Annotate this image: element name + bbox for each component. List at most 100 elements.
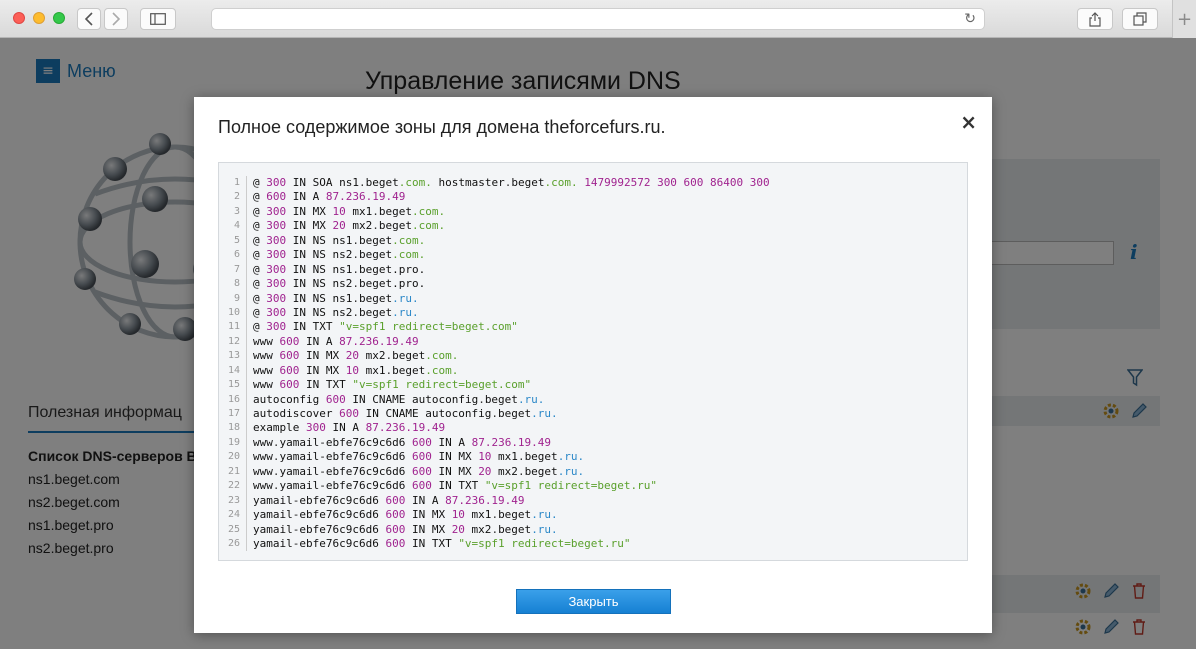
code-line: 15 www 600 IN TXT "v=spf1 redirect=beget.… [219, 378, 967, 393]
code-line: 21 www.yamail-ebfe76c9c6d6 600 IN MX 20 m… [219, 464, 967, 480]
code-line: 23 yamail-ebfe76c9c6d6 600 IN A 87.236.19… [219, 493, 967, 509]
chevron-left-icon [84, 12, 93, 26]
code-line: 13 www 600 IN MX 20 mx2.beget.com. [219, 349, 967, 364]
code-text: yamail-ebfe76c9c6d6 600 IN A 87.236.19.4… [253, 493, 525, 507]
line-number: 18 [227, 422, 240, 434]
code-line: 2 @ 600 IN A 87.236.19.49 [219, 190, 967, 205]
code-line: 6 @ 300 IN NS ns2.beget.com. [219, 248, 967, 263]
code-line: 1 @ 300 IN SOA ns1.beget.com. hostmaster.… [219, 176, 967, 191]
code-text: www.yamail-ebfe76c9c6d6 600 IN TXT "v=sp… [253, 479, 657, 493]
code-line: 12 www 600 IN A 87.236.19.49 [219, 334, 967, 350]
code-text: www 600 IN MX 20 mx2.beget.com. [253, 349, 459, 363]
code-text: @ 300 IN NS ns1.beget.com. [253, 233, 426, 247]
code-text: @ 300 IN NS ns1.beget.ru. [253, 291, 419, 305]
code-text: www.yamail-ebfe76c9c6d6 600 IN A 87.236.… [253, 435, 552, 449]
new-tab-button[interactable]: + [1172, 0, 1196, 38]
code-line: 9 @ 300 IN NS ns1.beget.ru. [219, 291, 967, 306]
line-number: 6 [233, 249, 240, 261]
code-line: 8 @ 300 IN NS ns2.beget.pro. [219, 277, 967, 292]
code-line: 20 www.yamail-ebfe76c9c6d6 600 IN MX 10 m… [219, 450, 967, 465]
code-text: @ 300 IN MX 10 mx1.beget.com. [253, 204, 446, 218]
line-number: 7 [233, 263, 240, 275]
share-button[interactable] [1077, 8, 1113, 30]
line-number: 5 [233, 234, 240, 246]
code-text: @ 300 IN MX 20 mx2.beget.com. [253, 219, 446, 233]
code-line: 14 www 600 IN MX 10 mx1.beget.com. [219, 363, 967, 379]
line-number: 16 [227, 393, 240, 405]
code-line: 17 autodiscover 600 IN CNAME autoconfig.b… [219, 407, 967, 422]
tabs-button[interactable] [1122, 8, 1158, 30]
code-text: www 600 IN A 87.236.19.49 [253, 334, 419, 348]
code-text: @ 300 IN TXT "v=spf1 redirect=beget.com" [253, 320, 518, 334]
code-text: @ 300 IN NS ns2.beget.ru. [253, 305, 419, 319]
line-number: 21 [227, 465, 240, 477]
forward-button[interactable] [104, 8, 128, 30]
line-number: 15 [227, 379, 240, 391]
line-number: 13 [227, 350, 240, 362]
browser-toolbar: ↻ + [0, 0, 1196, 38]
line-number: 17 [227, 408, 240, 419]
line-number: 9 [233, 292, 240, 304]
share-icon [1089, 11, 1101, 27]
line-number: 14 [227, 364, 240, 376]
code-text: @ 300 IN NS ns2.beget.pro. [253, 277, 426, 291]
close-button[interactable]: Закрыть [516, 589, 671, 614]
line-number: 26 [227, 537, 240, 549]
line-number: 11 [227, 321, 240, 333]
reload-icon[interactable]: ↻ [964, 11, 976, 27]
code-line: 16 autoconfig 600 IN CNAME autoconfig.beg… [219, 392, 967, 407]
close-icon[interactable]: × [960, 110, 977, 134]
back-button[interactable] [77, 8, 101, 30]
code-text: www 600 IN MX 10 mx1.beget.com. [253, 363, 459, 377]
code-text: example 300 IN A 87.236.19.49 [253, 421, 446, 435]
code-text: yamail-ebfe76c9c6d6 600 IN MX 20 mx2.beg… [253, 522, 558, 536]
code-line: 19 www.yamail-ebfe76c9c6d6 600 IN A 87.23… [219, 435, 967, 451]
line-number: 10 [227, 306, 240, 318]
tabs-icon [1133, 12, 1147, 26]
code-text: @ 300 IN NS ns1.beget.pro. [253, 262, 426, 276]
line-number: 12 [227, 335, 240, 347]
code-line: 11 @ 300 IN TXT "v=spf1 redirect=beget.co… [219, 320, 967, 335]
code-line: 18 example 300 IN A 87.236.19.49 [219, 421, 967, 436]
code-text: www.yamail-ebfe76c9c6d6 600 IN MX 10 mx1… [253, 450, 585, 464]
minimize-window-button[interactable] [33, 12, 45, 24]
code-text: autodiscover 600 IN CNAME autoconfig.beg… [253, 407, 558, 420]
code-text: www.yamail-ebfe76c9c6d6 600 IN MX 20 mx2… [253, 464, 585, 478]
code-line: 26 yamail-ebfe76c9c6d6 600 IN TXT "v=spf1… [219, 536, 967, 552]
code-line: 25 yamail-ebfe76c9c6d6 600 IN MX 20 mx2.b… [219, 522, 967, 537]
code-line: 4 @ 300 IN MX 20 mx2.beget.com. [219, 219, 967, 234]
code-text: yamail-ebfe76c9c6d6 600 IN MX 10 mx1.beg… [253, 508, 558, 522]
close-window-button[interactable] [13, 12, 25, 24]
code-text: yamail-ebfe76c9c6d6 600 IN TXT "v=spf1 r… [253, 536, 631, 550]
code-line: 3 @ 300 IN MX 10 mx1.beget.com. [219, 204, 967, 220]
code-line: 22 www.yamail-ebfe76c9c6d6 600 IN TXT "v=… [219, 479, 967, 494]
code-line: 5 @ 300 IN NS ns1.beget.com. [219, 233, 967, 249]
code-text: autoconfig 600 IN CNAME autoconfig.beget… [253, 392, 545, 406]
code-text: @ 300 IN SOA ns1.beget.com. hostmaster.b… [253, 176, 770, 189]
line-number: 2 [233, 191, 240, 203]
code-text: @ 300 IN NS ns2.beget.com. [253, 248, 426, 262]
line-number: 3 [233, 205, 240, 217]
line-number: 22 [227, 480, 240, 492]
plus-icon: + [1176, 8, 1193, 30]
line-number: 23 [227, 494, 240, 506]
line-number: 1 [233, 177, 240, 188]
line-number: 4 [233, 220, 240, 232]
sidebar-icon [150, 13, 166, 25]
sidebar-button[interactable] [140, 8, 176, 30]
code-text: @ 600 IN A 87.236.19.49 [253, 190, 406, 204]
address-bar[interactable]: ↻ [211, 8, 985, 30]
zone-content-dialog: Полное содержимое зоны для домена thefor… [194, 97, 992, 633]
code-line: 24 yamail-ebfe76c9c6d6 600 IN MX 10 mx1.b… [219, 508, 967, 523]
code-text: www 600 IN TXT "v=spf1 redirect=beget.co… [253, 378, 532, 392]
code-line: 7 @ 300 IN NS ns1.beget.pro. [219, 262, 967, 278]
chevron-right-icon [112, 12, 121, 26]
line-number: 24 [227, 509, 240, 521]
zone-code-view: 1 @ 300 IN SOA ns1.beget.com. hostmaster.… [218, 162, 968, 561]
line-number: 25 [227, 523, 240, 535]
line-number: 8 [233, 278, 240, 290]
line-number: 20 [227, 451, 240, 463]
code-line: 10 @ 300 IN NS ns2.beget.ru. [219, 305, 967, 321]
dialog-title: Полное содержимое зоны для домена thefor… [218, 117, 666, 137]
zoom-window-button[interactable] [53, 12, 65, 24]
